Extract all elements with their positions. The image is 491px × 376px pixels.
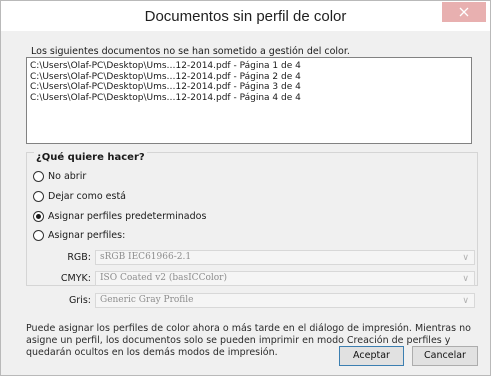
cmyk-profile-select[interactable]: ISO Coated v2 (basICColor) ∨ <box>95 271 475 286</box>
radio-asignar-perfiles[interactable]: Asignar perfiles: <box>33 230 125 241</box>
close-button[interactable] <box>442 2 486 22</box>
radio-button[interactable] <box>33 191 44 202</box>
radio-no-abrir[interactable]: No abrir <box>33 171 86 182</box>
rgb-profile-row: RGB: sRGB IEC61966-2.1 ∨ <box>45 250 475 265</box>
list-item[interactable]: C:\Users\Olaf-PC\Desktop\Ums…12-2014.pdf… <box>30 72 468 83</box>
rgb-label: RGB: <box>67 252 91 263</box>
dialog-body: Los siguientes documentos no se han some… <box>1 31 490 375</box>
gray-label: Gris: <box>68 295 91 306</box>
gray-profile-select[interactable]: Generic Gray Profile ∨ <box>95 293 475 308</box>
radio-dejar-como-esta[interactable]: Dejar como está <box>33 191 126 202</box>
chevron-down-icon: ∨ <box>462 253 469 263</box>
cmyk-profile-value: ISO Coated v2 (basICColor) <box>100 273 227 283</box>
intro-text: Los siguientes documentos no se han some… <box>31 46 350 57</box>
gray-profile-row: Gris: Generic Gray Profile ∨ <box>45 293 475 308</box>
cancel-button[interactable]: Cancelar <box>412 346 478 366</box>
radio-label: Asignar perfiles: <box>48 230 126 241</box>
document-list[interactable]: C:\Users\Olaf-PC\Desktop\Ums…12-2014.pdf… <box>26 57 472 144</box>
radio-button[interactable] <box>33 230 44 241</box>
options-heading: ¿Qué quiere hacer? <box>34 152 147 163</box>
radio-button-selected[interactable] <box>33 211 44 222</box>
radio-label: Asignar perfiles predeterminados <box>48 211 207 222</box>
list-item[interactable]: C:\Users\Olaf-PC\Desktop\Ums…12-2014.pdf… <box>30 82 468 93</box>
gray-profile-value: Generic Gray Profile <box>100 295 194 305</box>
rgb-profile-select[interactable]: sRGB IEC61966-2.1 ∨ <box>95 250 475 265</box>
rgb-profile-value: sRGB IEC61966-2.1 <box>100 252 192 262</box>
close-icon <box>459 7 469 17</box>
radio-button[interactable] <box>33 171 44 182</box>
chevron-down-icon: ∨ <box>462 274 469 284</box>
accept-button[interactable]: Aceptar <box>339 346 404 366</box>
radio-label: No abrir <box>48 171 87 182</box>
cmyk-label: CMYK: <box>60 273 91 284</box>
list-item[interactable]: C:\Users\Olaf-PC\Desktop\Ums…12-2014.pdf… <box>30 93 468 104</box>
color-profile-dialog: Documentos sin perfil de color Los sigui… <box>0 0 491 376</box>
radio-asignar-predeterminados[interactable]: Asignar perfiles predeterminados <box>33 211 206 222</box>
title-bar: Documentos sin perfil de color <box>1 1 490 31</box>
chevron-down-icon: ∨ <box>462 296 469 306</box>
radio-label: Dejar como está <box>48 191 127 202</box>
dialog-title: Documentos sin perfil de color <box>144 8 347 25</box>
list-item[interactable]: C:\Users\Olaf-PC\Desktop\Ums…12-2014.pdf… <box>30 61 468 72</box>
cmyk-profile-row: CMYK: ISO Coated v2 (basICColor) ∨ <box>45 271 475 286</box>
